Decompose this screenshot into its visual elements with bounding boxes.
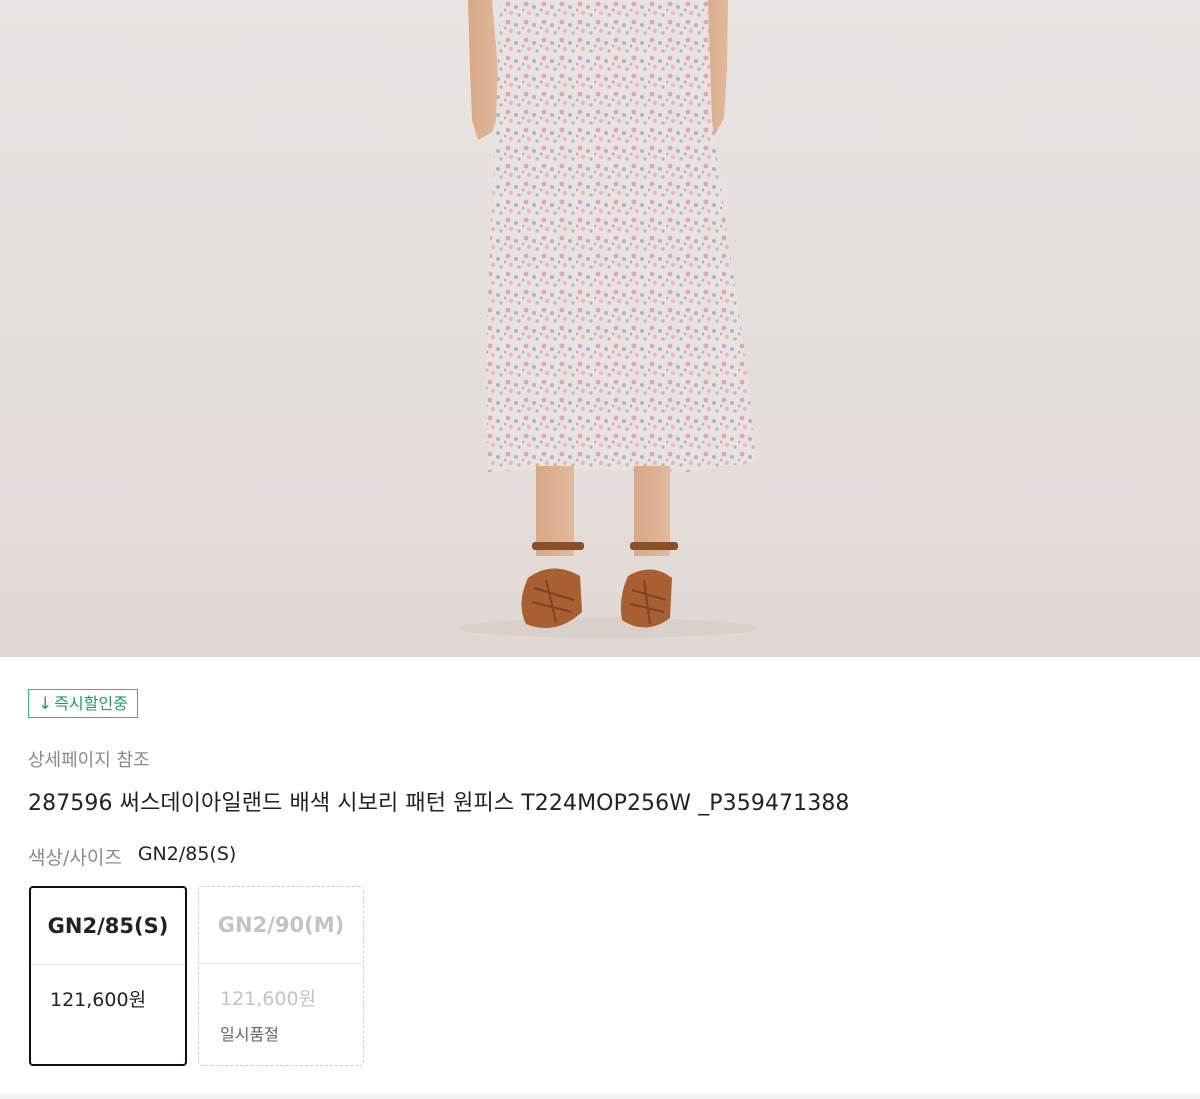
down-arrow-icon: ↓ — [38, 693, 53, 714]
option-card-selected[interactable]: GN2/85(S) 121,600원 — [29, 886, 187, 1066]
option-label: 색상/사이즈 — [28, 847, 122, 869]
reference-note: 상세페이지 참조 — [28, 750, 150, 771]
option-card-sold-out[interactable]: GN2/90(M) 121,600원 일시품절 — [198, 886, 364, 1066]
product-photo-illustration — [458, 0, 758, 638]
badge-label: 즉시할인중 — [54, 693, 128, 713]
option-summary: 색상/사이즈 GN2/85(S) — [28, 843, 236, 870]
product-title: 287596 써스데이아일랜드 배색 시보리 패턴 원피스 T224MOP256… — [28, 791, 850, 816]
option-size: GN2/90(M) — [199, 887, 363, 964]
option-price: 121,600원 — [50, 989, 147, 1011]
option-price: 121,600원 — [220, 988, 317, 1010]
product-image[interactable] — [0, 0, 1200, 657]
option-size: GN2/85(S) — [31, 888, 185, 965]
instant-discount-badge: ↓ 즉시할인중 — [28, 689, 138, 718]
section-divider — [0, 1094, 1200, 1099]
option-stock-status: 일시품절 — [220, 1025, 279, 1044]
option-selected-value: GN2/85(S) — [137, 843, 237, 865]
